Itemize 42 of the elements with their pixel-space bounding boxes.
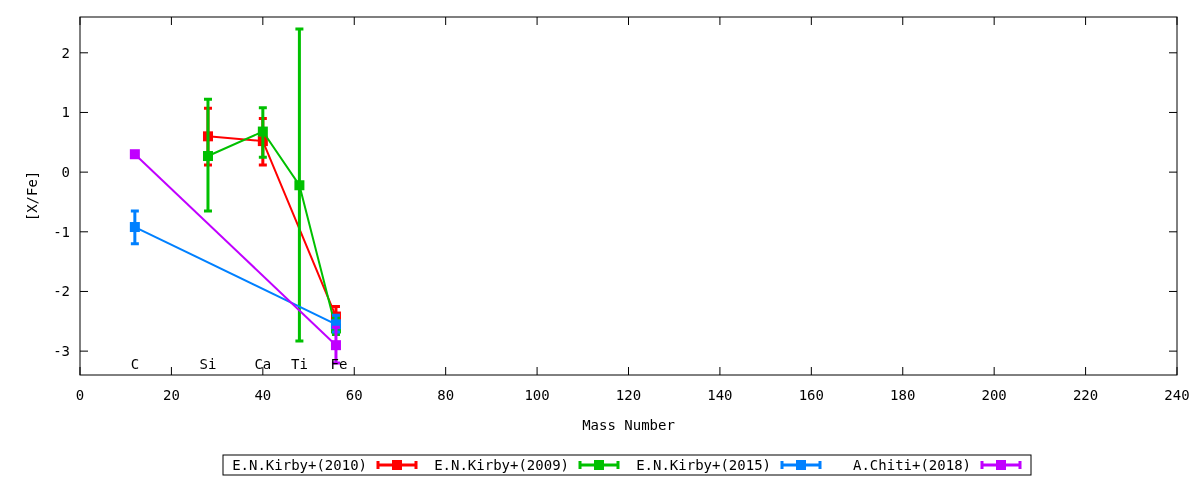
x-tick-label: 40 xyxy=(254,387,272,403)
element-label: Si xyxy=(199,356,217,372)
legend-line-icon xyxy=(577,459,621,471)
y-tick-label: -3 xyxy=(53,343,70,360)
y-axis-title: [X/Fe] xyxy=(24,170,40,222)
y-tick-label: 0 xyxy=(61,164,70,181)
x-tick-label: 60 xyxy=(345,387,363,403)
point xyxy=(202,151,213,162)
x-tick-label: 220 xyxy=(1072,387,1099,403)
x-axis-title: Mass Number xyxy=(582,417,675,433)
y-tick-label: 2 xyxy=(61,44,70,61)
x-tick-label: 180 xyxy=(890,387,916,403)
element-label: Ti xyxy=(290,356,308,372)
x-tick-label: 160 xyxy=(798,387,824,403)
error-bar-point xyxy=(129,209,141,246)
legend-label: E.N.Kirby+(2015) xyxy=(636,457,771,473)
element-label: Ca xyxy=(254,356,272,372)
x-tick-label: 240 xyxy=(1164,387,1190,403)
x-tick-label: 20 xyxy=(163,387,180,403)
element-label: Fe xyxy=(330,356,348,372)
error-bar-point xyxy=(257,106,269,159)
x-tick-label: 80 xyxy=(437,387,455,403)
legend-line-icon xyxy=(375,459,419,471)
x-tick-label: 200 xyxy=(981,387,1007,403)
legend-line-icon xyxy=(779,459,823,471)
element-label: C xyxy=(130,356,140,372)
point xyxy=(330,340,341,351)
y-tick-label: -1 xyxy=(53,223,70,240)
legend-label: E.N.Kirby+(2010) xyxy=(232,457,367,473)
y-tick-label: 1 xyxy=(61,104,70,121)
point xyxy=(129,222,140,233)
legend-label: E.N.Kirby+(2009) xyxy=(434,457,569,473)
legend-label: A.Chiti+(2018) xyxy=(853,457,971,473)
legend-line-icon xyxy=(979,459,1023,471)
point xyxy=(294,180,305,191)
x-tick-label: 140 xyxy=(707,387,733,403)
x-tick-label: 0 xyxy=(75,387,85,403)
x-tick-label: 100 xyxy=(524,387,550,403)
y-tick-label: -2 xyxy=(53,283,70,300)
point xyxy=(257,126,268,137)
error-bar-point xyxy=(129,149,141,160)
x-tick-label: 120 xyxy=(615,387,642,403)
